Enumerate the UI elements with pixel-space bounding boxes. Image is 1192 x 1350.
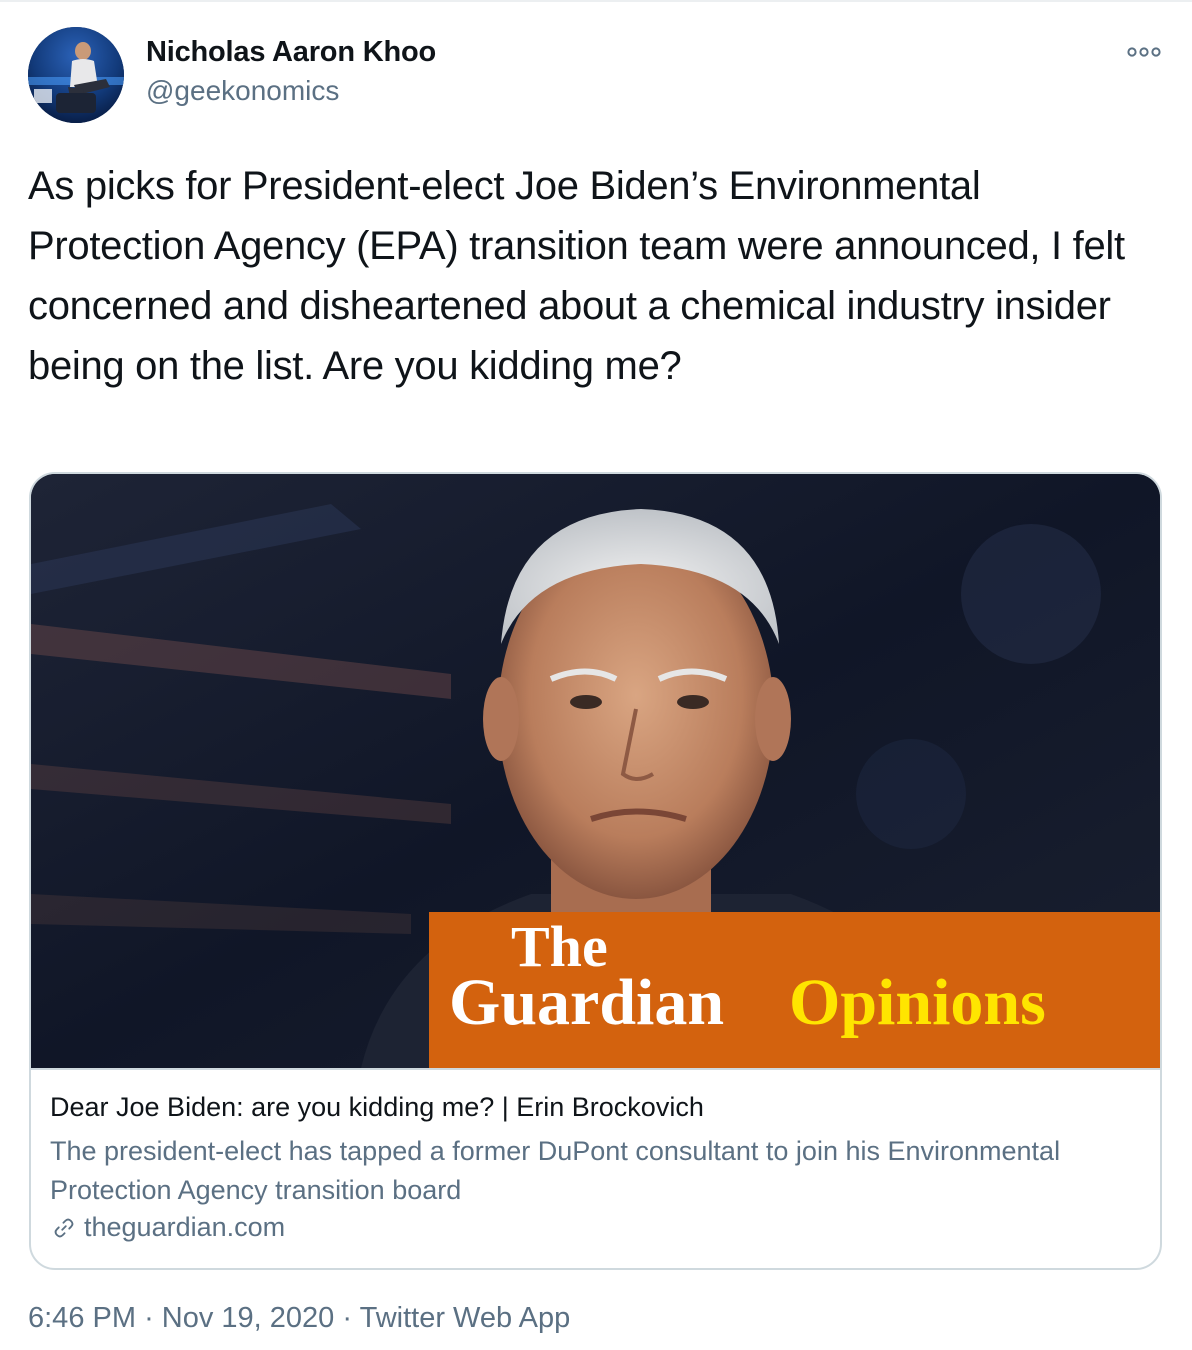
avatar-image — [28, 27, 124, 123]
card-description: The president-elect has tapped a former … — [50, 1136, 1061, 1205]
tweet-meta: 6:46 PM · Nov 19, 2020 · Twitter Web App — [28, 1302, 570, 1335]
tweet-text: As picks for President-elect Joe Biden’s… — [28, 164, 1125, 388]
brand-opinions: Opinions — [789, 966, 1046, 1039]
card-image: The Guardian Opinions — [31, 474, 1160, 1068]
card-domain[interactable]: theguardian.com — [50, 1212, 285, 1243]
meta-separator: · — [144, 1302, 154, 1334]
tweet-date[interactable]: Nov 19, 2020 — [162, 1302, 335, 1334]
article-photo: The Guardian Opinions — [31, 474, 1160, 1068]
tweet-time[interactable]: 6:46 PM — [28, 1302, 136, 1334]
author-avatar[interactable] — [28, 27, 124, 123]
author-name[interactable]: Nicholas Aaron Khoo — [146, 36, 436, 69]
tweet: Nicholas Aaron Khoo @geekonomics As pick… — [0, 0, 1192, 1350]
more-options-icon — [1127, 47, 1161, 57]
author-handle[interactable]: @geekonomics — [146, 75, 339, 107]
card-domain-label: theguardian.com — [84, 1212, 286, 1242]
link-card[interactable]: The Guardian Opinions Dear Joe Biden: ar… — [29, 472, 1162, 1270]
card-body: Dear Joe Biden: are you kidding me? | Er… — [31, 1068, 1160, 1242]
more-options-button[interactable] — [1124, 40, 1164, 64]
link-icon — [54, 1218, 74, 1237]
tweet-source[interactable]: Twitter Web App — [360, 1302, 571, 1334]
meta-separator: · — [342, 1302, 353, 1334]
brand-guardian: Guardian — [449, 966, 724, 1039]
card-title[interactable]: Dear Joe Biden: are you kidding me? | Er… — [50, 1092, 704, 1123]
